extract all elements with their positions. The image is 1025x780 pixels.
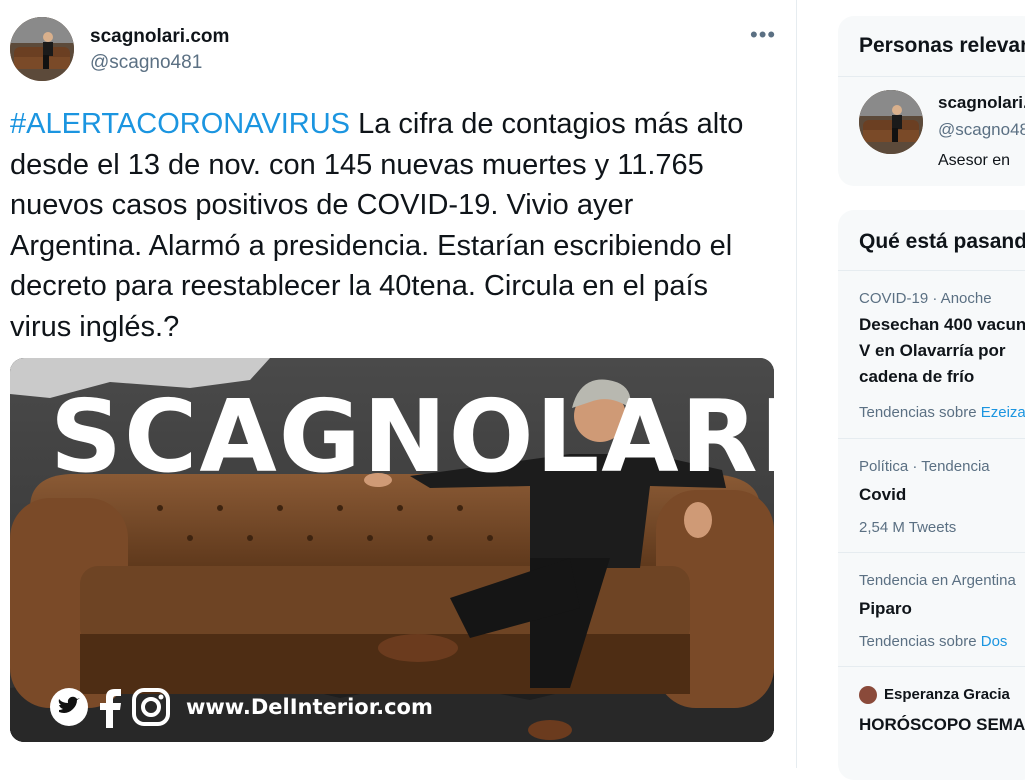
tweet-detail: scagnolari.com @scagno481 ••• #ALERTACOR…: [0, 0, 797, 768]
username-handle[interactable]: @scagno481: [90, 52, 202, 74]
person-handle[interactable]: @scagno481: [938, 120, 1025, 140]
trend-title-line: cadena de frío: [859, 367, 975, 386]
trend-footer: 2,54 M Tweets: [859, 519, 957, 536]
person-name[interactable]: scagnolari.com: [938, 93, 1025, 113]
tweet-text: #ALERTACORONAVIRUS La cifra de contagios…: [10, 104, 780, 347]
avatar[interactable]: [859, 90, 923, 154]
trend-footer-link[interactable]: Dos: [981, 633, 1008, 650]
author-avatar-icon: [859, 686, 877, 704]
divider: [838, 552, 1025, 553]
trend-footer: Tendencias sobre Dos: [859, 633, 1007, 650]
tweet-text-line: La cifra de contagios más alto: [350, 108, 744, 140]
facebook-icon: [96, 688, 124, 733]
person-bio: Asesor en: [938, 152, 1011, 169]
trend-title-line: V en Olavarría por: [859, 341, 1006, 360]
panel-title: Qué está pasando: [859, 230, 1025, 253]
tweet-text-line: desde el 13 de nov. con 145 nuevas muert…: [10, 148, 704, 181]
trend-context: Tendencia en Argentina: [859, 572, 1016, 589]
trend-footer-link[interactable]: Ezeiza: [981, 404, 1025, 421]
trend-title: Piparo: [859, 599, 912, 618]
trend-author: Esperanza Gracia: [884, 686, 1010, 703]
relevant-people-panel: Personas relevantes scagnolari.com @scag…: [838, 16, 1025, 186]
divider: [838, 76, 1025, 77]
tweet-text-line: nuevos casos positivos de COVID-19. Vivi…: [10, 189, 634, 221]
tweet-text-line: decreto para reestablecer la 40tena. Cir…: [10, 270, 709, 302]
trend-context: Política · Tendencia: [859, 458, 990, 475]
divider: [838, 666, 1025, 667]
divider: [838, 438, 1025, 439]
tweet-text-line: Argentina. Alarmó a presidencia. Estaría…: [10, 229, 733, 262]
brand-wordmark: SCAGNOLARI: [50, 378, 774, 495]
trend-title: HORÓSCOPO SEMANAL: [859, 715, 1025, 734]
tweet-image[interactable]: SCAGNOLARI www.DelInterior.com: [10, 358, 774, 742]
hashtag-link[interactable]: #ALERTACORONAVIRUS: [10, 108, 350, 140]
display-name[interactable]: scagnolari.com: [90, 26, 229, 48]
site-url: www.DelInterior.com: [186, 695, 433, 719]
trend-title: Covid: [859, 485, 907, 504]
avatar[interactable]: [10, 17, 74, 81]
more-options-icon[interactable]: •••: [750, 22, 776, 48]
trend-footer-prefix: Tendencias sobre: [859, 404, 981, 421]
twitter-icon: [50, 688, 88, 731]
trend-footer-prefix: Tendencias sobre: [859, 633, 981, 650]
trend-context: COVID-19 · Anoche: [859, 290, 992, 307]
trend-title-line: Desechan 400 vacunas Sputnik: [859, 315, 1025, 334]
tweet-text-line: virus inglés.?: [10, 310, 180, 343]
instagram-icon: [132, 688, 170, 731]
trends-panel: Qué está pasando COVID-19 · Anoche Desec…: [838, 210, 1025, 780]
divider: [838, 270, 1025, 271]
trend-footer: Tendencias sobre Ezeiza: [859, 404, 1025, 421]
panel-title: Personas relevantes: [859, 34, 1025, 57]
